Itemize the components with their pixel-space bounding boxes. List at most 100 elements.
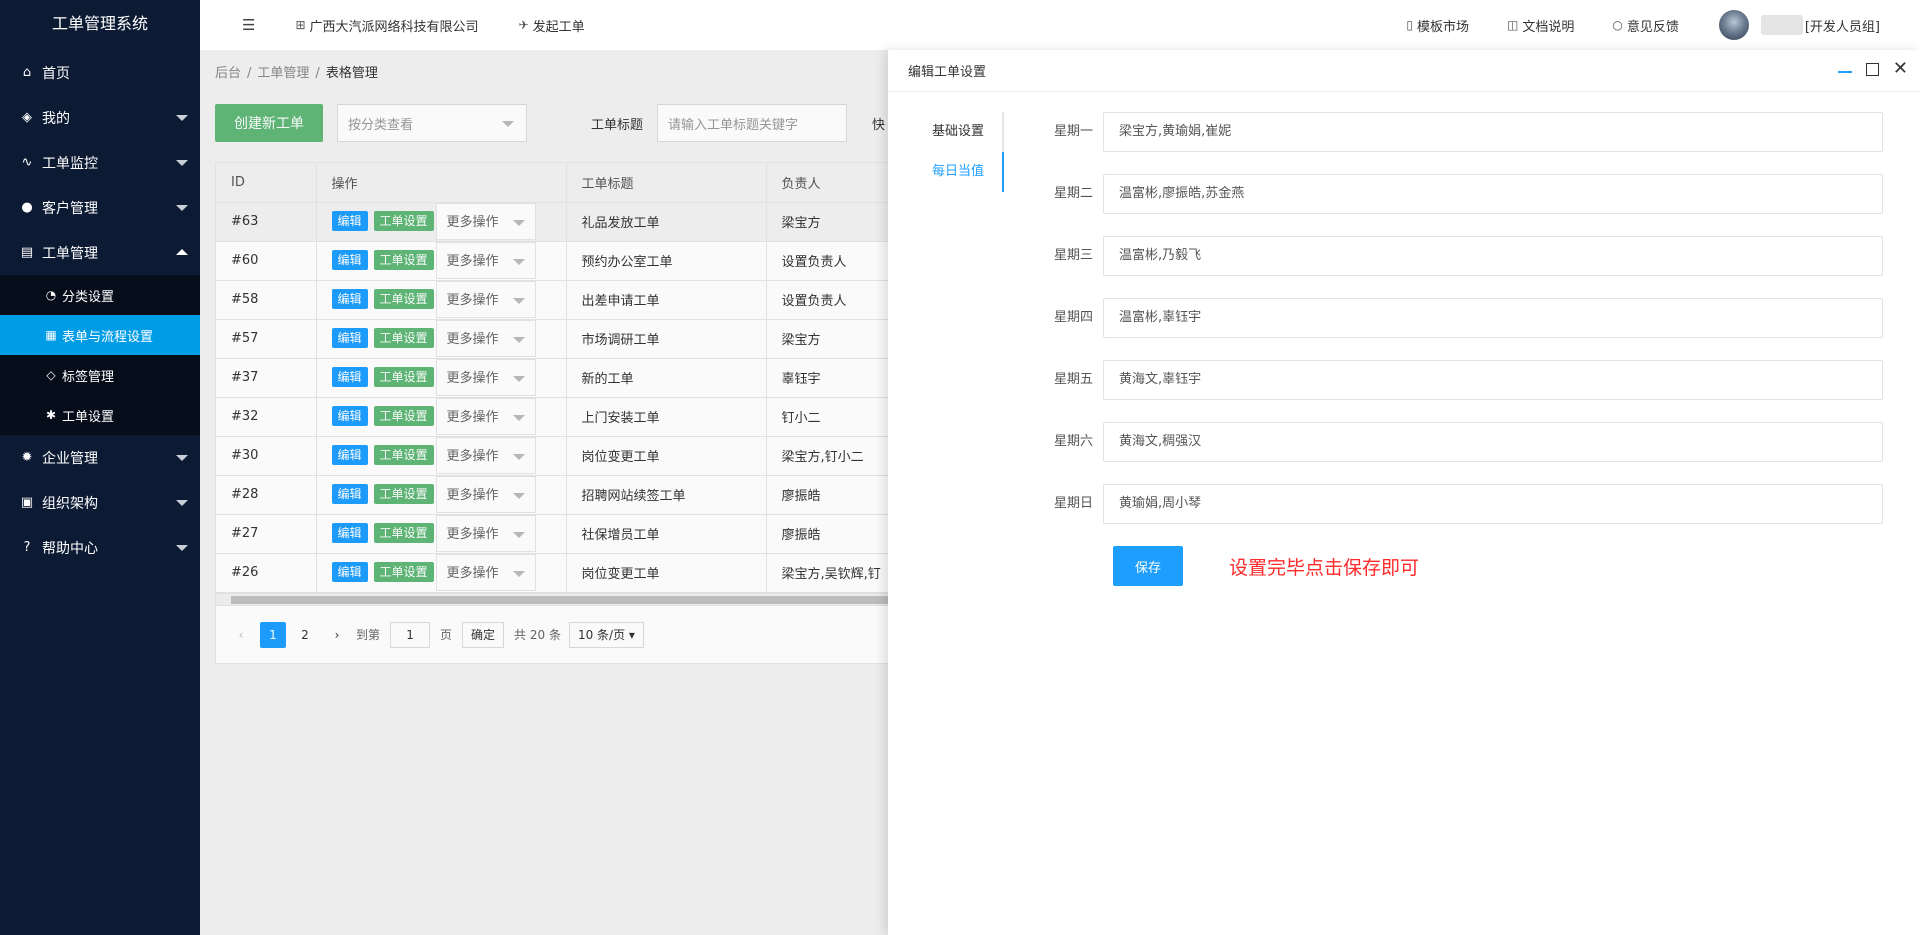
sidebar-item-label: 工单监控 [42,155,98,172]
duty-row: 星期一 梁宝方,黄瑜娟,崔妮 [1048,112,1908,174]
pulse-icon: ∿ [21,155,33,170]
app-title: 工单管理系统 [51,14,148,33]
sidebar-subitem-tags[interactable]: ◇ 标签管理 [0,355,200,395]
duty-input[interactable]: 温富彬,廖振皓,苏金燕 [1103,174,1883,214]
duty-input[interactable]: 梁宝方,黄瑜娟,崔妮 [1103,112,1883,152]
sidebar-item-label: 企业管理 [42,450,98,467]
sidebar-subitem-label: 工单设置 [62,409,115,425]
sidebar-item-label: 我的 [42,110,70,127]
users-icon: ● [21,200,33,215]
chevron-down-icon [176,205,188,211]
drawer-controls: ✕ [1837,60,1908,78]
sidebar-item-help[interactable]: ? 帮助中心 [0,525,200,570]
day-label: 星期三 [1053,248,1093,263]
sidebar-subitem-label: 标签管理 [62,369,115,385]
sidebar-subitem-forms[interactable]: ▦ 表单与流程设置 [0,315,200,355]
feedback-link[interactable]: ○ 意见反馈 [1612,16,1679,35]
sidebar-item-label: 组织架构 [42,495,98,512]
layers-icon: ◈ [22,110,32,125]
tab-basic-settings[interactable]: 基础设置 [888,112,1002,152]
sidebar-item-label: 工单管理 [42,245,98,262]
template-icon: ▯ [1406,18,1413,32]
day-label: 星期五 [1053,372,1093,387]
sidebar-subitem-label: 分类设置 [62,289,115,305]
chevron-down-icon [176,115,188,121]
question-icon: ? [23,540,31,555]
save-button[interactable]: 保存 [1113,546,1183,586]
chevron-down-icon [176,455,188,461]
sidebar-item-org[interactable]: ▣ 组织架构 [0,480,200,525]
duty-input[interactable]: 温富彬,辜钰宇 [1103,298,1883,338]
day-label: 星期一 [1053,124,1093,139]
day-label: 星期四 [1053,310,1093,325]
user-menu[interactable]: [开发人员组] [1718,10,1880,40]
sidebar-item-monitor[interactable]: ∿ 工单监控 [0,140,200,185]
feedback-icon: ○ [1612,18,1623,32]
duty-input[interactable]: 黄海文,辜钰宇 [1103,360,1883,400]
template-market-link[interactable]: ▯ 模板市场 [1406,16,1469,35]
close-icon[interactable]: ✕ [1893,60,1908,78]
duty-row: 星期三 温富彬,乃毅飞 [1048,236,1908,298]
sidebar-item-customers[interactable]: ● 客户管理 [0,185,200,230]
book-icon: ◫ [1506,18,1519,32]
sidebar-submenu: ◔ 分类设置 ▦ 表单与流程设置 ◇ 标签管理 ✱ 工单设置 [0,275,200,435]
grid-icon: ⊞ [295,18,306,32]
sidebar-item-home[interactable]: ⌂ 首页 [0,50,200,95]
drawer-backdrop[interactable] [200,50,888,935]
menu-icon: ☰ [242,16,256,34]
chevron-down-icon [176,160,188,166]
sidebar-item-label: 帮助中心 [42,540,98,557]
chevron-down-icon [176,500,188,506]
sidebar: 工单管理系统 ⌂ 首页 ◈ 我的 ∿ 工单监控 ● 客户管理 ▤ 工单管理 ◔ … [0,0,200,935]
settings-tabs: 基础设置 每日当值 [888,112,1004,192]
category-icon: ◔ [45,288,57,302]
tag-icon: ◇ [46,368,56,382]
maximize-icon[interactable] [1865,62,1879,76]
table-icon: ▦ [45,328,57,342]
docs-link[interactable]: ◫ 文档说明 [1507,16,1574,35]
feedback-label: 意见反馈 [1626,19,1679,35]
gear-icon: ✹ [21,450,33,465]
chevron-down-icon [176,545,188,551]
docs-label: 文档说明 [1522,19,1575,35]
company-name: 广西大汽派网络科技有限公司 [309,19,479,35]
chevron-up-icon [176,249,188,255]
duty-input[interactable]: 温富彬,乃毅飞 [1103,236,1883,276]
top-bar: ☰ ⊞ 广西大汽派网络科技有限公司 ✈ 发起工单 ▯ 模板市场 ◫ 文档说明 ○… [200,0,1920,50]
duty-row: 星期四 温富彬,辜钰宇 [1048,298,1908,360]
duty-input[interactable]: 黄海文,稠强汉 [1103,422,1883,462]
sidebar-item-workorders[interactable]: ▤ 工单管理 [0,230,200,275]
drawer-title: 编辑工单设置 [908,65,987,80]
day-label: 星期六 [1053,434,1093,449]
template-market-label: 模板市场 [1416,19,1469,35]
clipboard-icon: ▤ [20,245,34,260]
day-label: 星期二 [1053,186,1093,201]
home-icon: ⌂ [22,65,32,80]
edit-settings-drawer: 编辑工单设置 ✕ 基础设置 每日当值 星期一 梁宝方,黄瑜娟,崔妮 星期二 温富彬,廖… [888,50,1920,935]
org-icon: ▣ [20,495,34,510]
day-label: 星期日 [1053,496,1093,511]
minimize-icon[interactable] [1837,71,1852,73]
menu-toggle-button[interactable]: ☰ [242,16,255,34]
sidebar-subitem-category[interactable]: ◔ 分类设置 [0,275,200,315]
duty-row: 星期日 黄瑜娟,周小琴 [1048,484,1908,546]
user-name-blur [1760,15,1803,35]
duty-row: 星期二 温富彬,廖振皓,苏金燕 [1048,174,1908,236]
user-group: [开发人员组] [1804,19,1880,35]
drawer-header: 编辑工单设置 ✕ [888,50,1920,92]
duty-row: 星期五 黄海文,辜钰宇 [1048,360,1908,422]
sidebar-subitem-label: 表单与流程设置 [62,329,154,345]
sidebar-item-mine[interactable]: ◈ 我的 [0,95,200,140]
sidebar-item-label: 客户管理 [42,200,98,217]
duty-form: 星期一 梁宝方,黄瑜娟,崔妮 星期二 温富彬,廖振皓,苏金燕 星期三 温富彬,乃毅飞 星期四… [1048,112,1908,586]
avatar [1718,10,1749,40]
company-switch[interactable]: ⊞ 广西大汽派网络科技有限公司 [295,16,478,35]
sidebar-subitem-settings[interactable]: ✱ 工单设置 [0,395,200,435]
duty-row: 星期六 黄海文,稠强汉 [1048,422,1908,484]
duty-input[interactable]: 黄瑜娟,周小琴 [1103,484,1883,524]
gear-icon: ✱ [45,408,57,422]
launch-label: 发起工单 [532,19,585,35]
sidebar-item-enterprise[interactable]: ✹ 企业管理 [0,435,200,480]
launch-workorder-link[interactable]: ✈ 发起工单 [519,16,585,35]
tab-daily-duty[interactable]: 每日当值 [888,152,1004,192]
